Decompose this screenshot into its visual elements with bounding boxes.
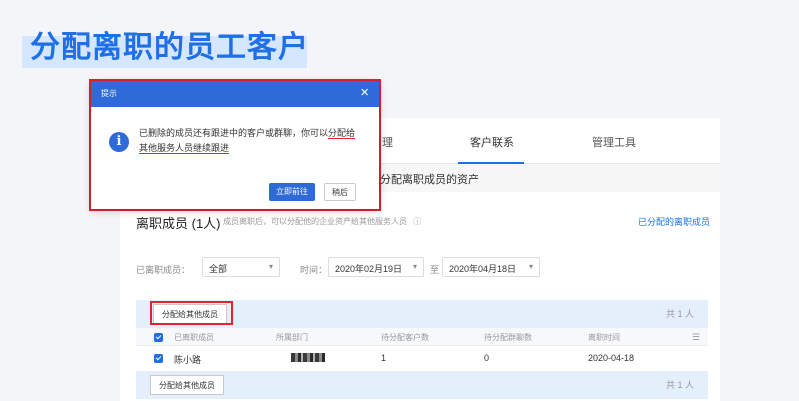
later-button[interactable]: 稍后 — [324, 183, 356, 201]
member-count: 共 1 人 — [665, 309, 694, 319]
date-to-select[interactable]: 2020年04月18日 ▾ — [442, 257, 540, 277]
info-icon: i — [109, 132, 129, 152]
row-checkbox[interactable] — [154, 354, 163, 363]
column-header: 待分配客户数 — [381, 333, 429, 342]
date-from-select[interactable]: 2020年02月19日 ▾ — [328, 257, 424, 277]
section-title: 离职成员 (1人) — [136, 216, 221, 231]
table-header: 已离职成员 所属部门 待分配客户数 待分配群聊数 离职时间 ☰ — [136, 328, 708, 346]
highlight-box-assign-button — [150, 301, 233, 325]
column-header: 待分配群聊数 — [484, 333, 532, 342]
prompt-dialog: 提示 × i 已删除的成员还有跟进中的客户或群聊，你可以分配给 其他服务人员继续… — [91, 81, 379, 209]
highlight-text-1: 分配给 — [328, 128, 356, 139]
tab-customer-contact[interactable]: 客户联系 — [470, 134, 514, 150]
dialog-message: 已删除的成员还有跟进中的客户或群聊，你可以分配给 其他服务人员继续跟进 — [139, 128, 356, 154]
member-filter-label: 已离职成员： — [136, 265, 191, 275]
highlight-text-2: 其他服务人员继续跟进 — [139, 143, 230, 154]
member-name: 陈小路 — [174, 355, 202, 365]
assign-to-others-button-bottom[interactable]: 分配给其他成员 — [150, 375, 224, 395]
pending-customers: 1 — [381, 353, 387, 363]
pending-groups: 0 — [484, 353, 490, 363]
chevron-down-icon: ▾ — [528, 262, 533, 271]
tab-partial[interactable]: 理 — [382, 134, 393, 150]
dialog-title: 提示 — [101, 89, 117, 98]
column-header: 已离职成员 — [174, 333, 214, 342]
leave-date: 2020-04-18 — [588, 353, 635, 363]
subheader-title: 分配离职成员的资产 — [380, 174, 479, 186]
chevron-down-icon: ▾ — [268, 262, 273, 271]
dialog-header: 提示 × — [91, 81, 379, 107]
chevron-down-icon: ▾ — [412, 262, 417, 271]
column-settings-icon[interactable]: ☰ — [692, 332, 700, 343]
member-count-bottom: 共 1 人 — [665, 380, 694, 390]
select-all-checkbox[interactable] — [154, 333, 163, 342]
table-row[interactable]: 陈小路 1 0 2020-04-18 — [136, 346, 708, 370]
member-filter-select[interactable]: 全部 ▾ — [202, 257, 280, 277]
date-separator: 至 — [430, 265, 440, 275]
slide-title: 分配离职的员工客户 — [30, 30, 309, 65]
assigned-members-link[interactable]: 已分配的离职成员 — [638, 215, 710, 228]
slide-canvas: 分配离职的员工客户 理 客户联系 管理工具 分配离职成员的资产 离职成员 (1人… — [0, 0, 799, 401]
time-filter-label: 时间： — [300, 265, 328, 275]
tab-management-tools[interactable]: 管理工具 — [592, 134, 636, 150]
question-circle-icon[interactable]: ⓘ — [413, 217, 421, 226]
department-redacted — [291, 353, 325, 362]
section-description: 成员离职后，可以分配他的企业资产给其他服务人员 ⓘ — [223, 217, 422, 226]
column-header: 所属部门 — [276, 333, 308, 342]
column-header: 离职时间 — [588, 333, 620, 342]
go-now-button[interactable]: 立即前往 — [269, 183, 315, 201]
slide-title-block: 分配离职的员工客户 — [22, 22, 309, 68]
close-icon[interactable]: × — [360, 84, 369, 101]
bulk-action-bar-bottom: 分配给其他成员 共 1 人 — [136, 371, 708, 399]
